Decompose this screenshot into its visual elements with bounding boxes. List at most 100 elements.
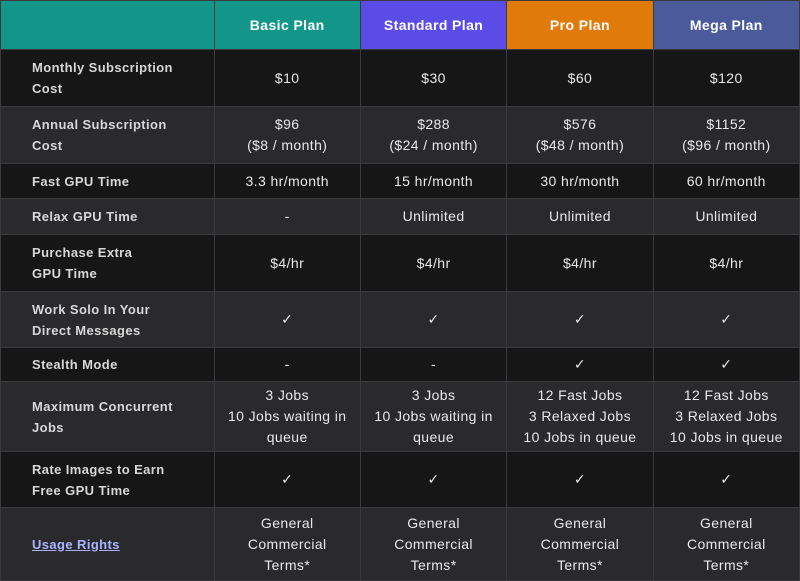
plan-value-text: 3 Jobs bbox=[411, 387, 456, 403]
plan-value-text: Unlimited bbox=[548, 208, 611, 224]
plan-value-text: - bbox=[284, 208, 290, 224]
feature-label-line: Maximum Concurrent bbox=[32, 398, 173, 414]
plan-value-cell-basic: $96 ($8 / month) bbox=[213, 106, 361, 164]
plan-value-text: Commercial bbox=[394, 535, 473, 552]
checkmark-icon: ✓ bbox=[427, 311, 440, 327]
feature-label-line: Purchase Extra bbox=[32, 245, 133, 260]
plan-value-text: Commercial bbox=[540, 535, 620, 552]
plan-value-text: ($48 / month) bbox=[535, 137, 625, 153]
feature-label-line: Cost bbox=[32, 81, 63, 96]
plan-value-text: $576 bbox=[563, 116, 597, 132]
plan-value-text: 3 Jobs bbox=[265, 387, 310, 403]
feature-row-work-solo-in-your-direct-messages: Work Solo In Your Direct Messages ✓ ✓ ✓ ✓ bbox=[0, 291, 800, 348]
feature-row-maximum-concurrent-jobs: Maximum Concurrent Jobs 3 Jobs 10 Jobs wait… bbox=[0, 381, 800, 452]
plan-value-text: $30 bbox=[421, 69, 446, 86]
plan-value-cell-basic: 3.3 hr/month bbox=[213, 163, 361, 199]
plan-value-text: queue bbox=[266, 429, 308, 445]
plan-value-text: $96 bbox=[274, 116, 300, 132]
plan-value-cell-pro: ✓ bbox=[506, 451, 654, 508]
feature-label-cell: Stealth Mode bbox=[0, 347, 215, 382]
plan-value-text: $4/hr bbox=[270, 254, 305, 271]
plan-value-text: $120 bbox=[709, 69, 743, 86]
plan-value-cell-standard: ✓ bbox=[359, 291, 508, 348]
plan-value-cell-pro: ✓ bbox=[506, 347, 654, 382]
plan-value-text: Terms* bbox=[264, 556, 311, 573]
plan-value-text: Commercial bbox=[686, 535, 766, 552]
feature-label-cell: Rate Images to Earn Free GPU Time bbox=[0, 451, 215, 508]
plan-value-cell-standard: $30 bbox=[359, 49, 508, 107]
checkmark-icon: ✓ bbox=[281, 311, 294, 327]
plan-value-cell-basic: General Commercial Terms* bbox=[213, 507, 361, 581]
feature-label-line: Free GPU Time bbox=[32, 482, 131, 498]
feature-row-usage-rights: Usage Rights General Commercial Terms* Gener… bbox=[0, 507, 800, 581]
plan-value-text: $4/hr bbox=[416, 254, 451, 271]
plan-value-text: General bbox=[700, 514, 753, 531]
plan-value-text: $288 bbox=[417, 116, 450, 132]
plan-value-text: $4/hr bbox=[709, 254, 744, 271]
header-corner-cell bbox=[0, 0, 215, 50]
plan-value-cell-standard: $288 ($24 / month) bbox=[359, 106, 508, 164]
plan-value-cell-standard: General Commercial Terms* bbox=[359, 507, 508, 581]
plan-header-mega: Mega Plan bbox=[652, 0, 800, 50]
feature-label-line: Cost bbox=[32, 138, 63, 153]
plan-value-text: 10 Jobs waiting in bbox=[374, 408, 493, 424]
feature-label-line: Annual Subscription bbox=[32, 117, 167, 132]
plan-value-cell-basic: 3 Jobs 10 Jobs waiting in queue bbox=[213, 381, 361, 452]
checkmark-icon: ✓ bbox=[720, 356, 733, 372]
feature-label-line: Stealth Mode bbox=[32, 357, 118, 372]
checkmark-icon: ✓ bbox=[720, 471, 733, 487]
plan-value-text: - bbox=[431, 356, 437, 372]
plan-value-text: Terms* bbox=[410, 556, 457, 573]
plan-value-cell-pro: General Commercial Terms* bbox=[506, 507, 654, 581]
plan-value-cell-basic: - bbox=[213, 347, 361, 382]
plan-value-text: Terms* bbox=[703, 556, 750, 573]
plan-value-text: $4/hr bbox=[562, 254, 597, 271]
plan-value-cell-basic: - bbox=[213, 198, 361, 235]
plan-value-text: 3.3 hr/month bbox=[245, 172, 329, 189]
feature-label-cell: Work Solo In Your Direct Messages bbox=[0, 291, 215, 348]
feature-label-line: Work Solo In Your bbox=[32, 301, 151, 317]
plan-value-text: 12 Fast Jobs bbox=[683, 387, 769, 403]
plan-value-text: ($24 / month) bbox=[389, 137, 478, 153]
plan-value-text: 30 hr/month bbox=[540, 172, 620, 189]
plan-value-cell-standard: Unlimited bbox=[359, 198, 508, 235]
feature-label-line: Jobs bbox=[32, 419, 64, 435]
plan-value-text: 3 Relaxed Jobs bbox=[675, 408, 778, 424]
checkmark-icon: ✓ bbox=[281, 471, 294, 487]
plan-value-cell-pro: ✓ bbox=[506, 291, 654, 348]
plan-header-pro: Pro Plan bbox=[506, 0, 654, 50]
plan-value-text: $60 bbox=[567, 69, 593, 86]
feature-label-cell: Usage Rights bbox=[0, 507, 215, 581]
feature-row-stealth-mode: Stealth Mode - - ✓ ✓ bbox=[0, 347, 800, 382]
plan-value-text: 3 Relaxed Jobs bbox=[528, 408, 631, 424]
plan-value-cell-standard: 3 Jobs 10 Jobs waiting in queue bbox=[359, 381, 508, 452]
plan-value-cell-mega: $4/hr bbox=[652, 234, 800, 292]
feature-label-cell: Relax GPU Time bbox=[0, 198, 215, 235]
plan-value-cell-basic: ✓ bbox=[213, 451, 361, 508]
plan-value-text: Terms* bbox=[556, 556, 603, 573]
feature-label-line: Monthly Subscription bbox=[32, 60, 173, 75]
usage-rights-link[interactable]: Usage Rights bbox=[32, 537, 120, 552]
checkmark-icon: ✓ bbox=[720, 311, 733, 327]
plan-value-text: Unlimited bbox=[695, 208, 758, 224]
feature-label-cell: Monthly Subscription Cost bbox=[0, 49, 215, 107]
feature-label-cell: Purchase Extra GPU Time bbox=[0, 234, 215, 292]
plan-value-cell-mega: 12 Fast Jobs 3 Relaxed Jobs 10 Jobs in que… bbox=[652, 381, 800, 452]
plan-value-text: - bbox=[284, 356, 290, 372]
feature-label-cell: Maximum Concurrent Jobs bbox=[0, 381, 215, 452]
plan-value-text: 10 Jobs in queue bbox=[669, 429, 783, 445]
plan-value-cell-standard: ✓ bbox=[359, 451, 508, 508]
feature-row-annual-subscription-cost: Annual Subscription Cost $96 ($8 / month) $2… bbox=[0, 106, 800, 164]
plan-header-row: Basic Plan Standard Plan Pro Plan Mega P… bbox=[0, 0, 800, 50]
plan-value-text: 15 hr/month bbox=[394, 172, 474, 189]
plan-value-cell-pro: 30 hr/month bbox=[506, 163, 654, 199]
feature-row-relax-gpu-time: Relax GPU Time - Unlimited Unlimited Unlimit… bbox=[0, 198, 800, 235]
feature-label-line: Rate Images to Earn bbox=[32, 461, 165, 477]
plan-value-text: General bbox=[553, 514, 607, 531]
plan-value-cell-mega: ✓ bbox=[652, 347, 800, 382]
plan-value-cell-mega: ✓ bbox=[652, 291, 800, 348]
plan-value-cell-standard: $4/hr bbox=[359, 234, 508, 292]
feature-row-rate-images-to-earn-free-gpu-time: Rate Images to Earn Free GPU Time ✓ ✓ ✓ ✓ bbox=[0, 451, 800, 508]
plan-header-basic: Basic Plan bbox=[213, 0, 361, 50]
plan-header-standard: Standard Plan bbox=[359, 0, 508, 50]
